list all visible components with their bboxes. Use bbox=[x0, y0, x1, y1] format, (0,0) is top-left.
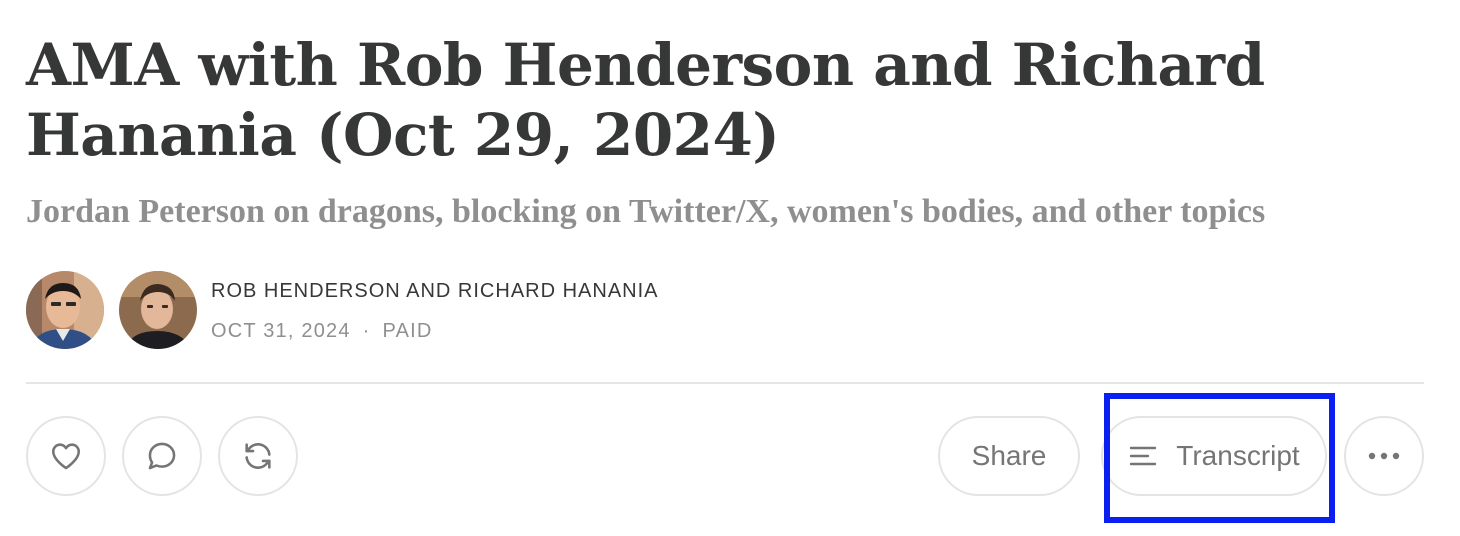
heart-icon bbox=[51, 443, 81, 470]
post-date: OCT 31, 2024 bbox=[211, 320, 351, 342]
restack-button[interactable] bbox=[218, 416, 298, 496]
comment-button[interactable] bbox=[122, 416, 202, 496]
post-action-bar: Share Transcript bbox=[26, 416, 1424, 496]
lines-icon bbox=[1128, 443, 1158, 469]
author-avatar-richard-hanania[interactable] bbox=[116, 268, 200, 352]
byline: ROB HENDERSON AND RICHARD HANANIA OCT 31… bbox=[23, 268, 826, 352]
ellipsis-icon bbox=[1368, 452, 1400, 460]
more-options-button[interactable] bbox=[1344, 416, 1424, 496]
post-meta: OCT 31, 2024 · PAID bbox=[211, 318, 659, 344]
post-subtitle: Jordan Peterson on dragons, blocking on … bbox=[26, 193, 1266, 230]
restack-icon bbox=[245, 443, 271, 469]
author-names[interactable]: ROB HENDERSON AND RICHARD HANANIA bbox=[211, 278, 659, 304]
like-button[interactable] bbox=[26, 416, 106, 496]
post-title: AMA with Rob Henderson and Richard Hanan… bbox=[26, 31, 1265, 169]
share-button[interactable]: Share bbox=[938, 416, 1080, 496]
access-label: PAID bbox=[382, 320, 433, 342]
post-header: AMA with Rob Henderson and Richard Hanan… bbox=[23, 0, 1424, 352]
divider bbox=[26, 382, 1424, 384]
transcript-button[interactable]: Transcript bbox=[1101, 416, 1327, 496]
author-avatar-rob-henderson[interactable] bbox=[23, 268, 107, 352]
meta-separator: · bbox=[362, 320, 371, 342]
byline-meta: ROB HENDERSON AND RICHARD HANANIA OCT 31… bbox=[211, 278, 659, 344]
transcript-label: Transcript bbox=[1176, 440, 1300, 471]
share-label: Share bbox=[971, 440, 1047, 471]
comment-icon bbox=[148, 442, 176, 470]
